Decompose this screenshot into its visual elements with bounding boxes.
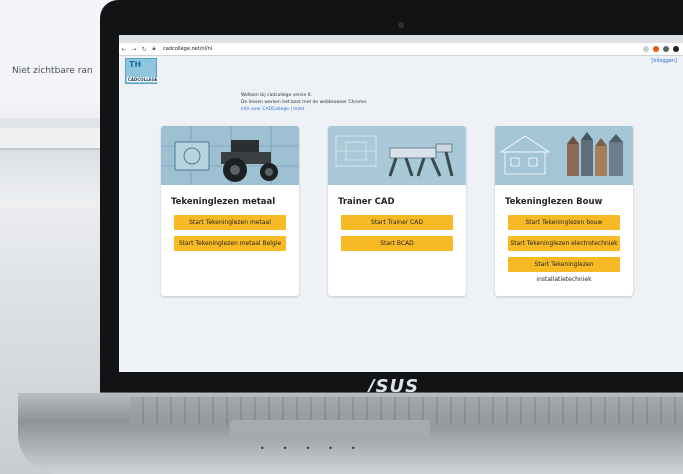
photo-scene: Niet zichtbare ran ← → ↻ 🔒︎ cadcollege.n… — [0, 0, 683, 474]
tractor-illustration — [161, 126, 299, 185]
start-tekeninglezen-electrotechniek-button[interactable]: Start Tekeninglezen electrotechniek — [508, 236, 620, 251]
laptop-touchpad — [230, 420, 430, 438]
logo-text: TH — [129, 60, 142, 69]
web-page: TH CADCOLLEGE [Inloggen] Welkom bij cadc… — [119, 56, 683, 372]
welcome-links[interactable]: Info over CADCollege | Inzet — [241, 106, 367, 113]
welcome-text: Welkom bij cadcollege versie 6. De lesse… — [241, 92, 367, 113]
card-title: Trainer CAD — [338, 197, 395, 207]
card-title: Tekeninglezen Bouw — [505, 197, 603, 207]
start-tekeninglezen-metaal-button[interactable]: Start Tekeninglezen metaal — [174, 215, 286, 230]
status-leds: ••••• — [260, 444, 374, 453]
card-tekeninglezen-metaal: Tekeninglezen metaal Start Tekeninglezen… — [161, 126, 299, 296]
avatar[interactable] — [673, 46, 679, 52]
back-arrow-icon[interactable]: ← — [119, 46, 129, 53]
address-bar[interactable]: cadcollege.net/nl/nl — [163, 46, 212, 52]
login-link[interactable]: [Inloggen] — [651, 58, 677, 64]
welcome-line-2: De lessen werken het best met de webbrow… — [241, 100, 368, 105]
card-trainer-cad: Trainer CAD Start Trainer CAD Start BCAD — [328, 126, 466, 296]
laptop-screen: ← → ↻ 🔒︎ cadcollege.net/nl/nl TH CADCOLL… — [119, 35, 683, 372]
start-bcad-button[interactable]: Start BCAD — [341, 236, 453, 251]
start-tekeninglezen-metaal-belgie-button[interactable]: Start Tekeninglezen metaal Belgie — [174, 236, 286, 251]
star-icon[interactable] — [643, 46, 649, 52]
forward-arrow-icon[interactable]: → — [129, 46, 139, 53]
logo-subtext: CADCOLLEGE — [127, 77, 159, 82]
start-tekeninglezen-installatietechniek-button[interactable]: Start Tekeninglezen installatietechniek — [508, 257, 620, 283]
extension-icon[interactable] — [653, 46, 659, 52]
card-image-houses — [495, 126, 633, 185]
reload-icon[interactable]: ↻ — [139, 46, 149, 53]
background-text: Niet zichtbare ran — [12, 66, 93, 76]
browser-extensions — [643, 46, 683, 52]
browser-toolbar: ← → ↻ 🔒︎ cadcollege.net/nl/nl — [119, 43, 683, 56]
welcome-line-1: Welkom bij cadcollege versie 6. — [241, 93, 313, 98]
lock-icon: 🔒︎ — [152, 45, 156, 52]
card-image-tractor — [161, 126, 299, 185]
site-logo[interactable]: TH CADCOLLEGE — [125, 58, 159, 84]
extension-icon[interactable] — [663, 46, 669, 52]
card-tekeninglezen-bouw: Tekeninglezen Bouw Start Tekeninglezen b… — [495, 126, 633, 296]
start-tekeninglezen-bouw-button[interactable]: Start Tekeninglezen bouw — [508, 215, 620, 230]
robot-illustration — [328, 126, 466, 185]
card-image-robot — [328, 126, 466, 185]
start-trainer-cad-button[interactable]: Start Trainer CAD — [341, 215, 453, 230]
houses-illustration — [495, 126, 633, 185]
webcam — [398, 22, 404, 28]
card-title: Tekeninglezen metaal — [171, 197, 276, 207]
